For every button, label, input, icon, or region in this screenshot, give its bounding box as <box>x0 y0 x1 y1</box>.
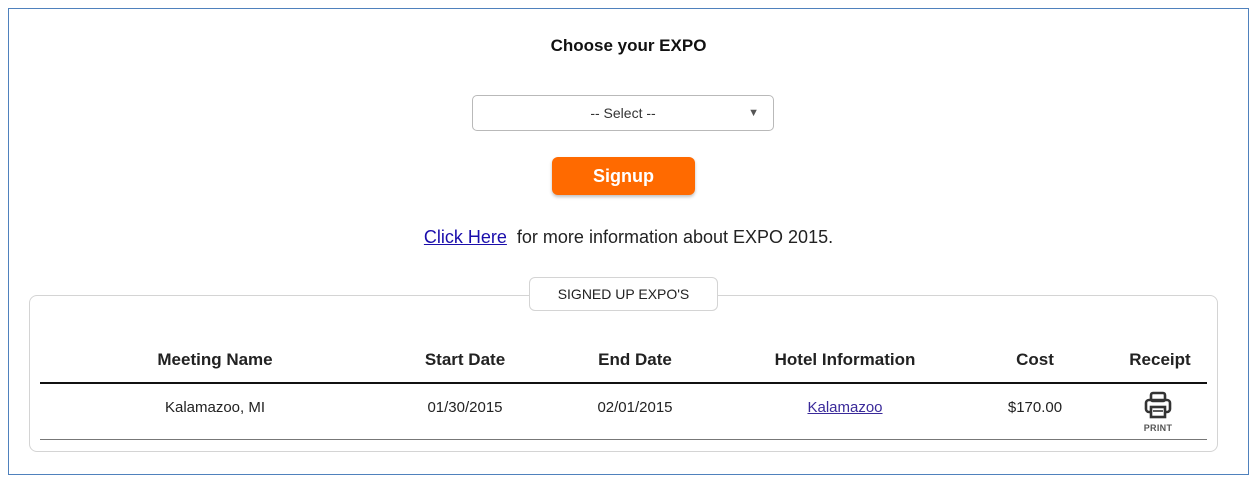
table-header-divider <box>40 382 1207 384</box>
page-title: Choose your EXPO <box>550 36 707 55</box>
column-header-cost: Cost <box>1016 350 1054 369</box>
expo-select[interactable]: -- Select -- ▼ <box>472 95 774 131</box>
cell-start-date: 01/30/2015 <box>427 399 503 416</box>
column-header-meeting-name: Meeting Name <box>157 350 273 369</box>
printer-icon <box>1144 391 1172 419</box>
table-row-divider <box>40 439 1207 440</box>
signed-up-expos-legend: SIGNED UP EXPO'S <box>529 277 718 311</box>
print-label: PRINT <box>1143 423 1173 433</box>
expo-info-text: for more information about EXPO 2015. <box>516 227 834 247</box>
column-header-receipt: Receipt <box>1129 350 1191 369</box>
cell-meeting-name: Kalamazoo, MI <box>164 399 266 416</box>
cell-end-date: 02/01/2015 <box>597 399 673 416</box>
hotel-link[interactable]: Kalamazoo <box>807 399 882 416</box>
chevron-down-icon: ▼ <box>748 107 759 119</box>
click-here-link[interactable]: Click Here <box>424 227 507 247</box>
signup-button[interactable]: Signup <box>552 157 695 195</box>
expo-select-value: -- Select -- <box>590 105 656 121</box>
cell-hotel: Kalamazoo <box>775 399 915 416</box>
print-receipt-button[interactable]: PRINT <box>1137 390 1179 436</box>
column-header-hotel-information: Hotel Information <box>774 350 916 369</box>
signed-up-expos-panel <box>29 295 1218 452</box>
column-header-end-date: End Date <box>598 350 672 369</box>
column-header-start-date: Start Date <box>424 350 506 369</box>
expo-info-line: Click Here for more information about EX… <box>0 227 1257 248</box>
cell-cost: $170.00 <box>1007 399 1063 416</box>
